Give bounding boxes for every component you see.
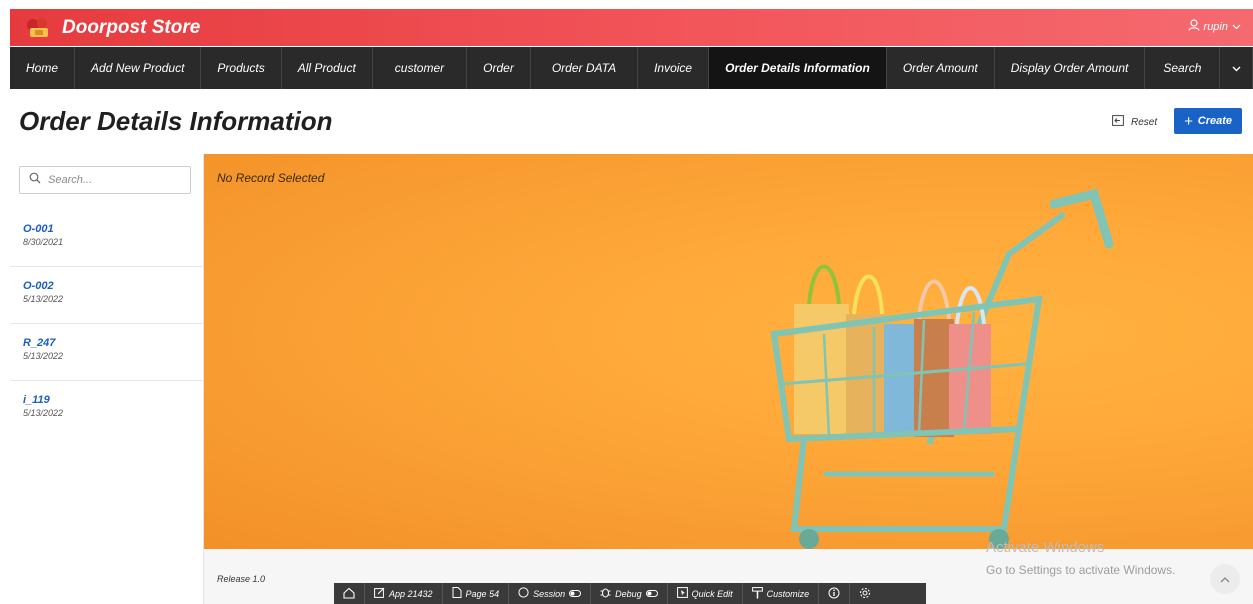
record-list-panel: O-001 8/30/2021 O-002 5/13/2022 R_247 5/… — [10, 154, 204, 604]
detail-banner-image: No Record Selected — [204, 154, 1253, 549]
dev-debug-label: Debug — [615, 588, 642, 599]
release-version: Release 1.0 — [217, 574, 266, 584]
list-item[interactable]: O-001 8/30/2021 — [10, 210, 204, 267]
record-date: 5/13/2022 — [23, 408, 64, 418]
dev-session-button[interactable]: Session — [509, 583, 592, 604]
top-header: Doorpost Store rupin — [10, 9, 1253, 46]
quick-edit-icon — [676, 587, 688, 600]
reset-button[interactable]: Reset — [1106, 109, 1163, 135]
chevron-down-icon — [1232, 61, 1241, 75]
dev-page-button[interactable]: Page 54 — [443, 583, 510, 604]
nav-products[interactable]: Products — [201, 47, 282, 89]
search-box[interactable] — [19, 166, 191, 194]
nav-order-details-information[interactable]: Order Details Information — [709, 47, 887, 89]
user-icon — [1187, 19, 1200, 34]
app-root: Doorpost Store rupin Home Add New Produc… — [0, 0, 1253, 604]
dev-app-button[interactable]: App 21432 — [365, 583, 443, 604]
record-list: O-001 8/30/2021 O-002 5/13/2022 R_247 5/… — [10, 210, 204, 438]
paint-roller-icon — [751, 586, 763, 601]
record-date: 8/30/2021 — [23, 237, 64, 247]
nav-order[interactable]: Order — [467, 47, 531, 89]
record-id[interactable]: O-002 — [23, 280, 204, 292]
search-icon — [29, 171, 41, 189]
create-button[interactable]: + Create — [1174, 108, 1242, 134]
search-input[interactable] — [48, 174, 178, 186]
dev-app-label: App 21432 — [389, 588, 433, 599]
store-logo-icon — [24, 15, 54, 41]
page-title: Order Details Information — [19, 106, 333, 136]
nav-invoice[interactable]: Invoice — [638, 47, 710, 89]
windows-watermark-subtitle: Go to Settings to activate Windows. — [986, 563, 1176, 577]
scroll-to-top-button[interactable] — [1210, 564, 1240, 594]
app-title[interactable]: Doorpost Store — [62, 17, 200, 39]
gear-icon — [859, 587, 871, 601]
record-id[interactable]: i_119 — [23, 394, 204, 406]
edit-icon — [374, 587, 385, 600]
dev-quick-edit-label: Quick Edit — [691, 588, 733, 599]
dev-session-label: Session — [533, 588, 566, 599]
main-navigation: Home Add New Product Products All Produc… — [10, 47, 1253, 89]
record-id[interactable]: O-001 — [23, 223, 204, 235]
home-icon — [343, 587, 355, 601]
page-icon — [452, 587, 462, 600]
nav-search[interactable]: Search — [1145, 47, 1221, 89]
dev-page-label: Page 54 — [465, 588, 500, 599]
plus-icon: + — [1183, 112, 1193, 130]
dev-customize-button[interactable]: Customize — [743, 583, 820, 604]
list-item[interactable]: i_119 5/13/2022 — [10, 381, 204, 438]
list-item[interactable]: R_247 5/13/2022 — [10, 324, 204, 381]
nav-add-new-product[interactable]: Add New Product — [75, 47, 202, 89]
info-icon — [828, 587, 840, 601]
toggle-icon — [645, 589, 658, 599]
developer-toolbar: App 21432 Page 54 Session Debug Quick Ed… — [334, 583, 926, 604]
create-label: Create — [1197, 115, 1232, 127]
chevron-up-icon — [1220, 572, 1230, 586]
toggle-icon — [569, 589, 582, 599]
chevron-down-icon — [1232, 21, 1241, 33]
dev-customize-label: Customize — [766, 588, 810, 599]
dev-info-button[interactable] — [819, 583, 851, 604]
nav-more-button[interactable] — [1220, 47, 1253, 89]
no-record-message: No Record Selected — [217, 171, 325, 185]
dev-debug-button[interactable]: Debug — [591, 583, 668, 604]
record-date: 5/13/2022 — [23, 351, 64, 361]
nav-customer[interactable]: customer — [373, 47, 468, 89]
dev-quick-edit-button[interactable]: Quick Edit — [668, 583, 743, 604]
nav-order-data[interactable]: Order DATA — [531, 47, 639, 89]
nav-home[interactable]: Home — [10, 47, 76, 89]
reset-label: Reset — [1131, 116, 1158, 128]
user-name: rupin — [1203, 20, 1228, 33]
nav-all-product[interactable]: All Product — [282, 47, 373, 89]
record-date: 5/13/2022 — [23, 294, 64, 304]
dev-home-button[interactable] — [334, 583, 365, 604]
list-item[interactable]: O-002 5/13/2022 — [10, 267, 204, 324]
nav-order-amount[interactable]: Order Amount — [887, 47, 995, 89]
session-icon — [518, 587, 529, 600]
record-id[interactable]: R_247 — [23, 337, 204, 349]
nav-display-order-amount[interactable]: Display Order Amount — [995, 47, 1146, 89]
shopping-cart-illustration — [770, 188, 1114, 549]
user-menu[interactable]: rupin — [1187, 19, 1241, 34]
bug-icon — [600, 587, 611, 600]
reset-icon — [1112, 115, 1124, 129]
dev-settings-button[interactable] — [850, 583, 880, 604]
windows-watermark-title: Activate Windows — [986, 539, 1105, 556]
